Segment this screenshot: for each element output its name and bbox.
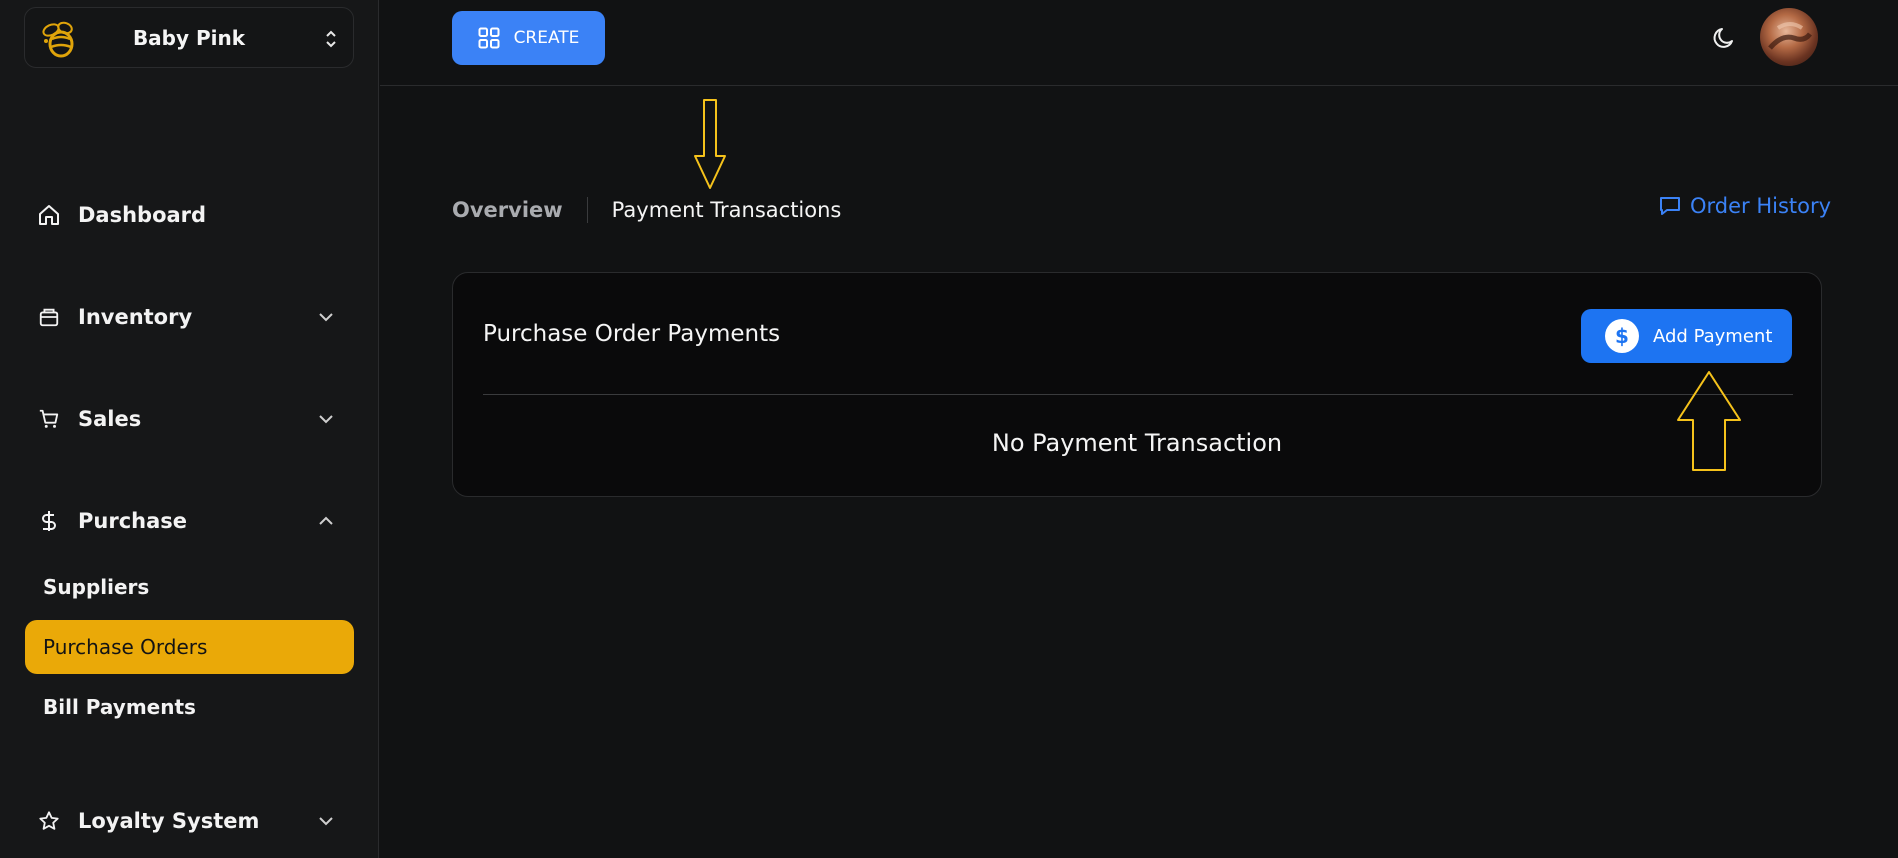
sidebar-subitem-bill-payments[interactable]: Bill Payments [25,680,354,734]
add-payment-label: Add Payment [1653,325,1773,347]
create-button[interactable]: CREATE [452,11,605,65]
chevron-down-icon [319,313,333,322]
sidebar-item-purchase[interactable]: Purchase [36,501,346,541]
top-bar: CREATE [380,0,1898,86]
sidebar-item-dashboard[interactable]: Dashboard [36,195,346,235]
sidebar-item-label: Inventory [78,305,193,329]
cart-icon [36,406,62,432]
sidebar-item-sales[interactable]: Sales [36,399,346,439]
tab-overview[interactable]: Overview [452,198,563,222]
sidebar: Baby Pink Dashboard Inventory Sales Purc… [0,0,379,858]
sidebar-item-label: Purchase [78,509,188,533]
chevron-updown-icon [326,30,336,48]
store-name: Baby Pink [132,25,246,50]
store-switcher[interactable]: Baby Pink [24,7,354,68]
sidebar-item-inventory[interactable]: Inventory [36,297,346,337]
sidebar-subitem-suppliers[interactable]: Suppliers [25,560,354,614]
annotation-arrow-up-icon [1677,371,1741,471]
order-history-label: Order History [1690,194,1832,218]
tab-divider [586,197,588,223]
sidebar-item-label: Loyalty System [78,809,260,833]
add-payment-button[interactable]: $ Add Payment [1581,309,1792,363]
payments-card: Purchase Order Payments $ Add Payment No… [452,272,1822,497]
avatar-photo-icon [1768,22,1812,50]
sidebar-subitem-purchase-orders[interactable]: Purchase Orders [25,620,354,674]
create-button-label: CREATE [513,28,580,48]
grid-icon [478,27,500,49]
card-divider [483,394,1793,395]
avatar[interactable] [1760,8,1818,66]
dollar-icon [36,508,62,534]
order-history-link[interactable]: Order History [1658,194,1831,218]
home-icon [36,202,62,228]
empty-state-message: No Payment Transaction [991,429,1283,457]
dollar-circle-icon: $ [1605,319,1639,353]
annotation-arrow-down-icon [694,99,726,189]
message-icon [1660,197,1680,215]
chevron-down-icon [319,415,333,424]
package-icon [36,304,62,330]
card-title: Purchase Order Payments [483,321,781,347]
chevron-down-icon [319,817,333,826]
star-icon [36,808,62,834]
chevron-up-icon [319,516,333,525]
sidebar-item-label: Dashboard [78,203,207,227]
sidebar-item-loyalty-system[interactable]: Loyalty System [36,801,346,841]
sidebar-item-label: Sales [78,407,142,431]
moon-icon[interactable] [1710,24,1738,52]
tab-bar: Overview Payment Transactions [452,192,841,228]
tab-payment-transactions[interactable]: Payment Transactions [612,198,842,222]
